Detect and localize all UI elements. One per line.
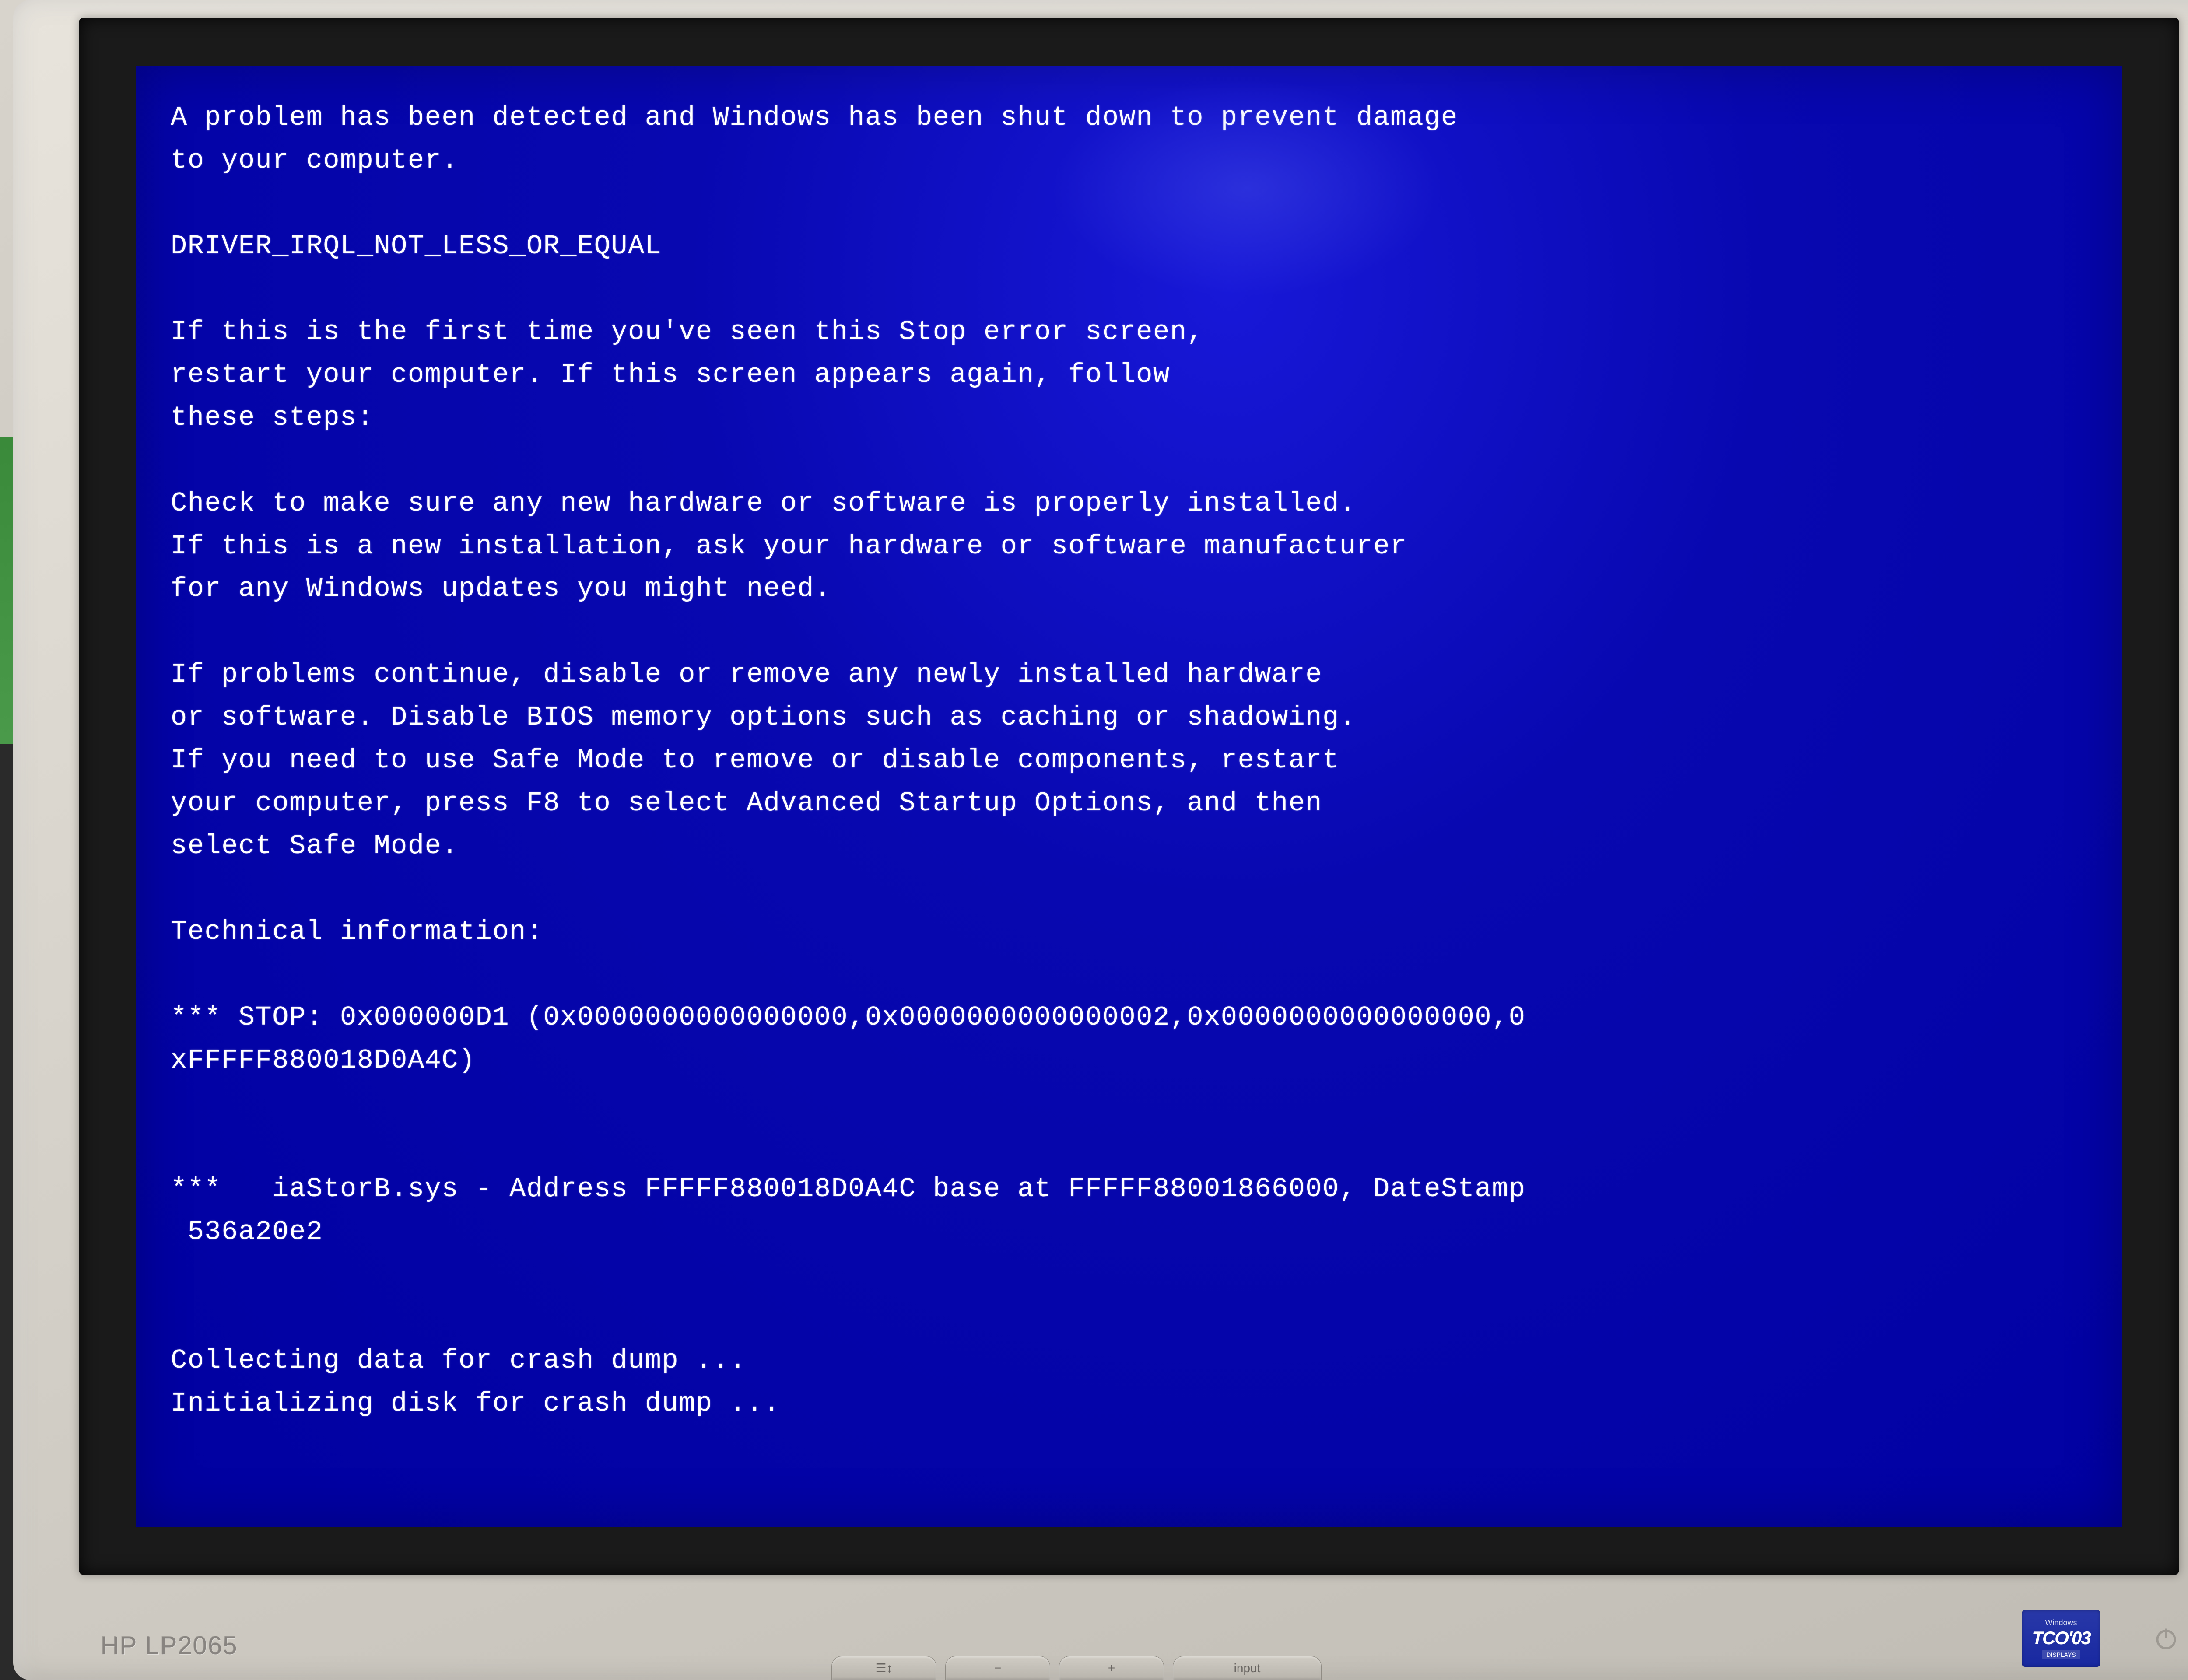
badge-windows-label: Windows: [2045, 1618, 2077, 1628]
monitor-button-row: ☰↕ − + input: [831, 1645, 1444, 1680]
bsod-text-block: A problem has been detected and Windows …: [171, 96, 2105, 1425]
power-icon[interactable]: [2153, 1625, 2179, 1652]
monitor-button-minus[interactable]: −: [945, 1656, 1050, 1680]
plus-icon: +: [1108, 1661, 1115, 1675]
bsod-check-line2: If this is a new installation, ask your …: [171, 531, 1407, 562]
bsod-stop-line2: xFFFFF880018D0A4C): [171, 1045, 476, 1076]
bsod-firsttime-line1: If this is the first time you've seen th…: [171, 316, 1204, 347]
menu-icon: ☰↕: [875, 1661, 892, 1675]
bsod-stop-line1: *** STOP: 0x000000D1 (0x0000000000000000…: [171, 1002, 1525, 1033]
bsod-intro-line2: to your computer.: [171, 145, 459, 176]
bsod-collecting: Collecting data for crash dump ...: [171, 1345, 747, 1376]
bsod-driver-line1: *** iaStorB.sys - Address FFFFF880018D0A…: [171, 1173, 1525, 1204]
bsod-check-line1: Check to make sure any new hardware or s…: [171, 488, 1356, 519]
bsod-problems-line3: If you need to use Safe Mode to remove o…: [171, 745, 1339, 776]
monitor-button-plus[interactable]: +: [1059, 1656, 1164, 1680]
bsod-screen: A problem has been detected and Windows …: [136, 66, 2122, 1527]
bsod-problems-line4: your computer, press F8 to select Advanc…: [171, 788, 1322, 819]
monitor-model-label: HP LP2065: [101, 1631, 238, 1660]
badge-displays-label: DISPLAYS: [2042, 1650, 2080, 1659]
bsod-problems-line2: or software. Disable BIOS memory options…: [171, 702, 1356, 733]
bsod-tech-header: Technical information:: [171, 916, 543, 947]
tco-certification-badge: Windows TCO'03 DISPLAYS: [2022, 1610, 2100, 1667]
bsod-firsttime-line3: these steps:: [171, 402, 374, 433]
bsod-initializing: Initializing disk for crash dump ...: [171, 1388, 780, 1419]
minus-icon: −: [994, 1661, 1001, 1675]
bsod-problems-line5: select Safe Mode.: [171, 830, 459, 861]
monitor-button-menu[interactable]: ☰↕: [831, 1656, 936, 1680]
monitor-button-input[interactable]: input: [1173, 1656, 1322, 1680]
bsod-firsttime-line2: restart your computer. If this screen ap…: [171, 359, 1170, 390]
bsod-driver-line2: 536a20e2: [171, 1216, 323, 1247]
bsod-check-line3: for any Windows updates you might need.: [171, 573, 831, 604]
bsod-problems-line1: If problems continue, disable or remove …: [171, 659, 1322, 690]
bsod-error-code: DRIVER_IRQL_NOT_LESS_OR_EQUAL: [171, 231, 662, 262]
bsod-intro-line1: A problem has been detected and Windows …: [171, 102, 1458, 133]
badge-tco-label: TCO'03: [2032, 1628, 2090, 1648]
monitor-input-label: input: [1234, 1661, 1261, 1675]
